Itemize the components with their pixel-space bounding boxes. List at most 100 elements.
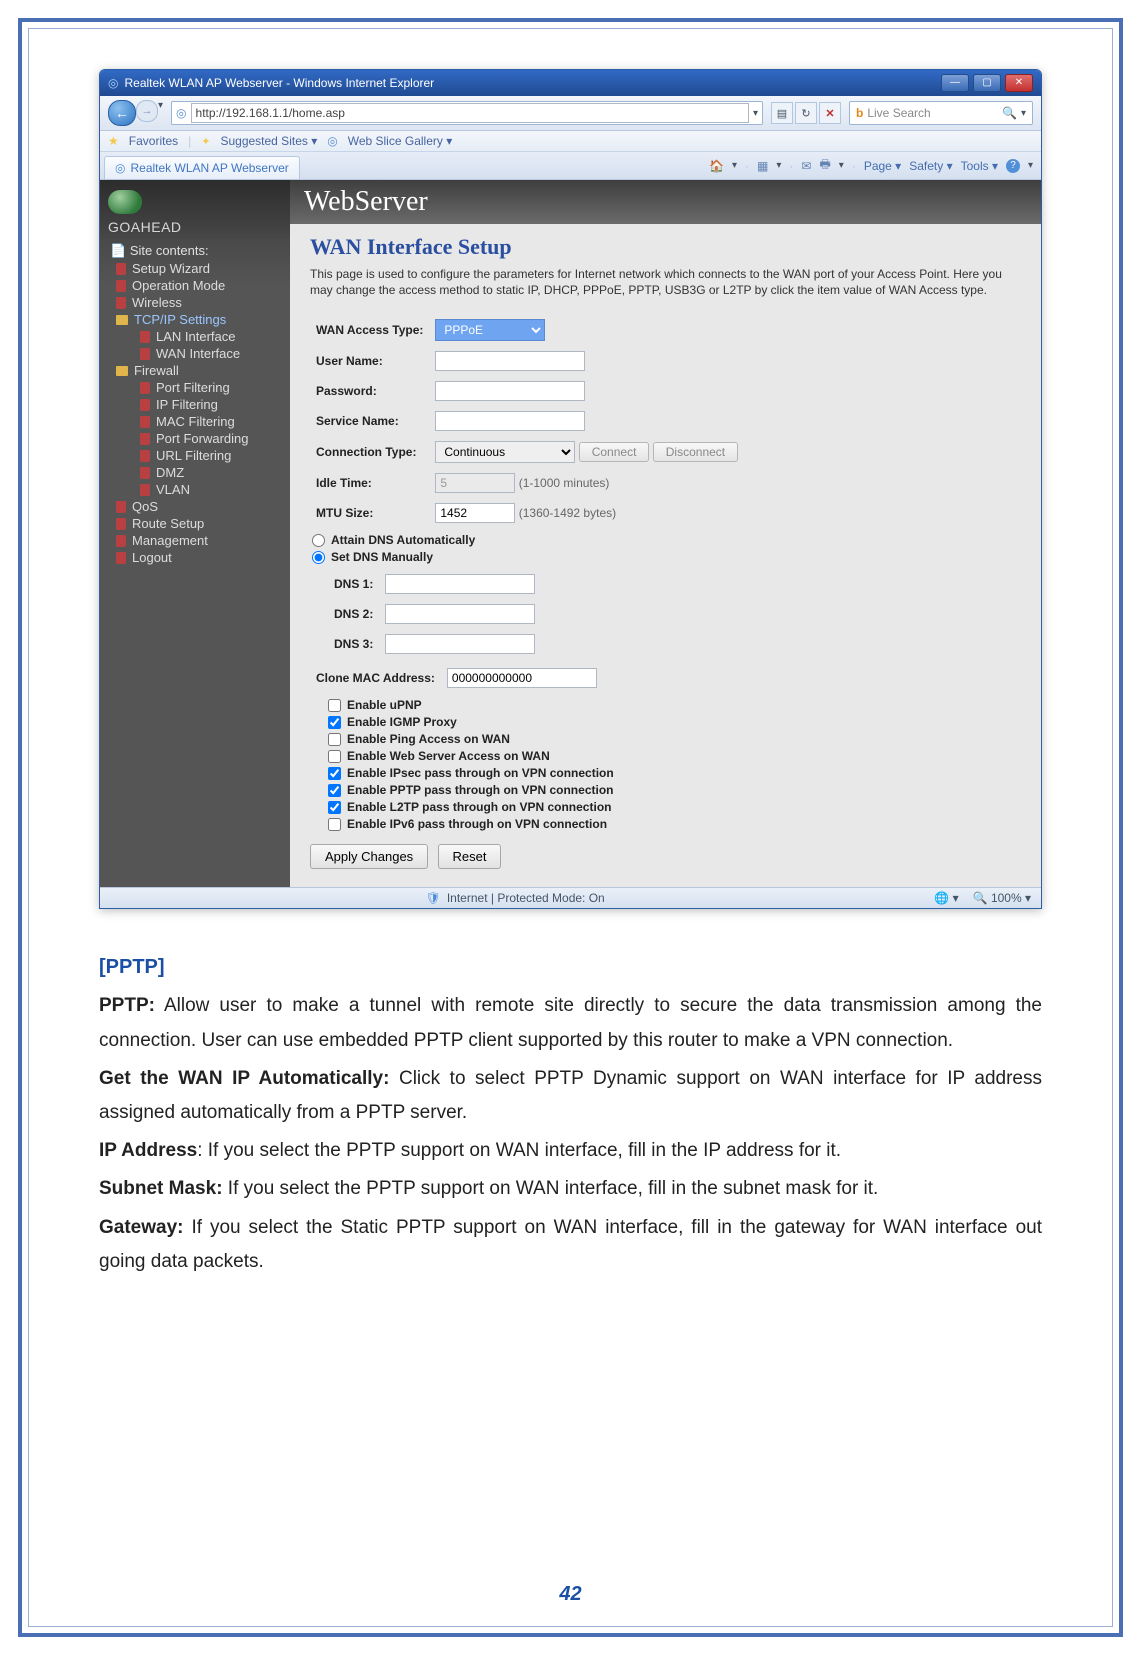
document-body: [PPTP] PPTP: Allow user to make a tunnel… xyxy=(99,949,1042,1279)
folder-icon xyxy=(116,315,128,325)
sidebar-item-port-forwarding[interactable]: Port Forwarding xyxy=(106,430,290,447)
checkbox-pptp[interactable] xyxy=(328,784,341,797)
checkbox-label-l2tp: Enable L2TP pass through on VPN connecti… xyxy=(347,800,611,814)
stop-button[interactable]: ✕ xyxy=(819,102,841,124)
sidebar-item-mac-filtering[interactable]: MAC Filtering xyxy=(106,413,290,430)
page-icon xyxy=(140,467,150,479)
page-icon xyxy=(140,484,150,496)
sidebar-item-qos[interactable]: QoS xyxy=(106,498,290,515)
checkbox-l2tp[interactable] xyxy=(328,801,341,814)
mtu-size-input[interactable] xyxy=(435,503,515,523)
sidebar: GOAHEAD 📄 Site contents: Setup WizardOpe… xyxy=(100,180,290,887)
checkbox-igmp[interactable] xyxy=(328,716,341,729)
sidebar-item-port-filtering[interactable]: Port Filtering xyxy=(106,379,290,396)
search-box[interactable]: b Live Search 🔍 ▾ xyxy=(849,101,1033,125)
tools-menu[interactable]: Tools ▾ xyxy=(961,159,998,173)
clone-mac-input[interactable] xyxy=(447,668,597,688)
dns3-input[interactable] xyxy=(385,634,535,654)
home-icon[interactable]: 🏠 xyxy=(709,159,724,173)
favorites-label[interactable]: Favorites xyxy=(129,134,178,148)
search-icon[interactable]: 🔍 xyxy=(1002,106,1017,120)
web-slice-link[interactable]: Web Slice Gallery ▾ xyxy=(348,134,453,148)
url-drop-icon[interactable]: ▾ xyxy=(753,108,758,119)
maximize-button[interactable]: ▢ xyxy=(973,74,1001,92)
close-button[interactable]: ✕ xyxy=(1005,74,1033,92)
checkbox-label-websrv: Enable Web Server Access on WAN xyxy=(347,749,550,763)
label-idle-time: Idle Time: xyxy=(310,470,429,496)
connect-button[interactable]: Connect xyxy=(579,442,650,462)
checkbox-ipv6[interactable] xyxy=(328,818,341,831)
sidebar-item-tcp-ip-settings[interactable]: TCP/IP Settings xyxy=(106,311,290,328)
apply-changes-button[interactable]: Apply Changes xyxy=(310,844,428,869)
sidebar-item-setup-wizard[interactable]: Setup Wizard xyxy=(106,260,290,277)
tab-bar: ◎ Realtek WLAN AP Webserver 🏠▾ · ▦▾ · ✉ … xyxy=(100,152,1041,180)
page-menu[interactable]: Page ▾ xyxy=(864,159,901,173)
checkbox-ipsec[interactable] xyxy=(328,767,341,780)
checkbox-label-igmp: Enable IGMP Proxy xyxy=(347,715,457,729)
section-heading: [PPTP] xyxy=(99,949,1042,985)
sidebar-item-label: WAN Interface xyxy=(156,346,284,361)
suggested-sites-icon: ✦ xyxy=(201,135,210,148)
zoom-level[interactable]: 🔍 100% ▾ xyxy=(973,891,1031,905)
nav-history-drop[interactable]: ▾ xyxy=(158,100,163,126)
sidebar-item-label: DMZ xyxy=(156,465,284,480)
sidebar-item-operation-mode[interactable]: Operation Mode xyxy=(106,277,290,294)
safety-menu[interactable]: Safety ▾ xyxy=(909,159,952,173)
disconnect-button[interactable]: Disconnect xyxy=(653,442,738,462)
security-shield-icon: 🛡 xyxy=(426,891,441,905)
sidebar-item-dmz[interactable]: DMZ xyxy=(106,464,290,481)
idle-time-note: (1-1000 minutes) xyxy=(519,476,610,490)
checkbox-websrv[interactable] xyxy=(328,750,341,763)
user-name-input[interactable] xyxy=(435,351,585,371)
print-icon[interactable]: 🖶 xyxy=(819,155,830,176)
sidebar-item-route-setup[interactable]: Route Setup xyxy=(106,515,290,532)
checkbox-label-ipv6: Enable IPv6 pass through on VPN connecti… xyxy=(347,817,607,831)
sidebar-item-label: Port Forwarding xyxy=(156,431,284,446)
checkbox-label-upnp: Enable uPNP xyxy=(347,698,422,712)
sidebar-item-firewall[interactable]: Firewall xyxy=(106,362,290,379)
refresh-button[interactable]: ↻ xyxy=(795,102,817,124)
zone-icon[interactable]: 🌐 ▾ xyxy=(934,891,958,905)
sidebar-item-ip-filtering[interactable]: IP Filtering xyxy=(106,396,290,413)
reset-button[interactable]: Reset xyxy=(438,844,502,869)
wan-access-select[interactable]: PPPoE xyxy=(435,319,545,341)
check-row-pptp: Enable PPTP pass through on VPN connecti… xyxy=(328,783,1021,797)
mail-icon[interactable]: ✉ xyxy=(801,159,811,173)
minimize-button[interactable]: — xyxy=(941,74,969,92)
dns2-input[interactable] xyxy=(385,604,535,624)
sidebar-item-logout[interactable]: Logout xyxy=(106,549,290,566)
address-box[interactable]: ◎ ▾ xyxy=(171,101,763,125)
mac-table: Clone MAC Address: xyxy=(310,661,603,695)
help-icon[interactable]: ? xyxy=(1006,159,1020,173)
forward-button[interactable]: → xyxy=(136,100,158,122)
browser-tab[interactable]: ◎ Realtek WLAN AP Webserver xyxy=(104,156,300,179)
favorites-star-icon[interactable]: ★ xyxy=(108,134,119,148)
dns1-input[interactable] xyxy=(385,574,535,594)
label-user-name: User Name: xyxy=(310,348,429,374)
page-icon xyxy=(140,348,150,360)
password-input[interactable] xyxy=(435,381,585,401)
suggested-sites-link[interactable]: Suggested Sites ▾ xyxy=(220,134,317,148)
set-dns-radio[interactable] xyxy=(312,551,325,564)
sidebar-item-management[interactable]: Management xyxy=(106,532,290,549)
attain-dns-radio[interactable] xyxy=(312,534,325,547)
web-slice-icon: ◎ xyxy=(327,134,337,148)
compat-view-button[interactable]: ▤ xyxy=(771,102,793,124)
idle-time-input[interactable] xyxy=(435,473,515,493)
checkbox-ping[interactable] xyxy=(328,733,341,746)
service-name-input[interactable] xyxy=(435,411,585,431)
sidebar-item-wireless[interactable]: Wireless xyxy=(106,294,290,311)
check-row-igmp: Enable IGMP Proxy xyxy=(328,715,1021,729)
command-bar: 🏠▾ · ▦▾ · ✉ 🖶▾ · Page ▾ Safety ▾ Tools ▾… xyxy=(701,152,1041,179)
sidebar-item-url-filtering[interactable]: URL Filtering xyxy=(106,447,290,464)
sidebar-item-label: Port Filtering xyxy=(156,380,284,395)
back-button[interactable]: ← xyxy=(108,100,136,126)
search-drop-icon[interactable]: ▾ xyxy=(1021,108,1026,119)
url-input[interactable] xyxy=(191,103,749,123)
sidebar-item-vlan[interactable]: VLAN xyxy=(106,481,290,498)
sidebar-item-wan-interface[interactable]: WAN Interface xyxy=(106,345,290,362)
checkbox-upnp[interactable] xyxy=(328,699,341,712)
connection-type-select[interactable]: Continuous xyxy=(435,441,575,463)
sidebar-item-lan-interface[interactable]: LAN Interface xyxy=(106,328,290,345)
feeds-icon[interactable]: ▦ xyxy=(757,159,768,173)
